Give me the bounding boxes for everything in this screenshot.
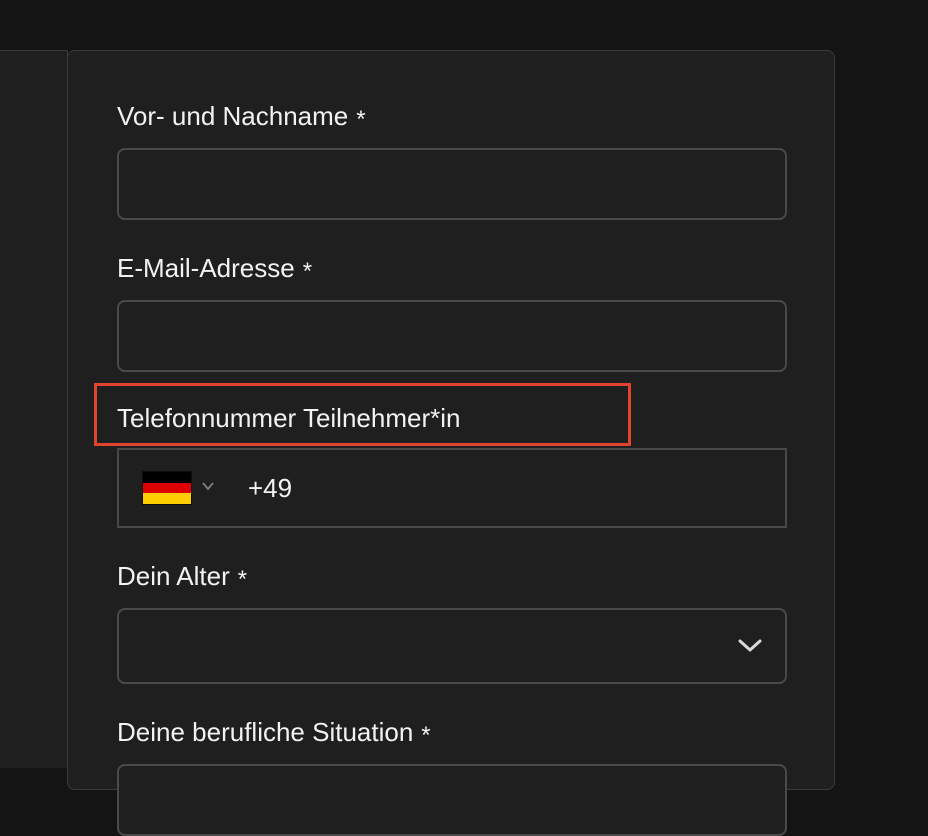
full-name-label-text: Vor- und Nachname bbox=[117, 101, 349, 131]
age-label-text: Dein Alter bbox=[117, 561, 230, 591]
registration-form: Vor- und Nachname * E-Mail-Adresse * Telef… bbox=[67, 50, 835, 836]
job-situation-label: Deine berufliche Situation * bbox=[117, 717, 431, 749]
job-situation-label-text: Deine berufliche Situation bbox=[117, 717, 414, 747]
phone-label: Telefonnummer Teilnehmer*in bbox=[117, 403, 460, 433]
full-name-label: Vor- und Nachname * bbox=[117, 101, 366, 133]
left-side-panel bbox=[0, 50, 68, 768]
phone-dial-code: +49 bbox=[248, 473, 293, 503]
required-asterisk: * bbox=[356, 106, 366, 133]
job-situation-select[interactable] bbox=[117, 764, 787, 836]
age-label: Dein Alter * bbox=[117, 561, 247, 593]
email-label: E-Mail-Adresse * bbox=[117, 253, 312, 285]
chevron-down-icon bbox=[738, 639, 762, 652]
age-select[interactable] bbox=[117, 608, 787, 684]
email-label-text: E-Mail-Adresse bbox=[117, 253, 295, 283]
required-asterisk: * bbox=[237, 566, 248, 593]
full-name-input[interactable] bbox=[117, 148, 787, 220]
germany-flag-icon[interactable] bbox=[142, 471, 192, 505]
required-asterisk: * bbox=[421, 722, 431, 749]
required-asterisk: * bbox=[302, 258, 313, 285]
phone-label-text: Telefonnummer Teilnehmer*in bbox=[117, 403, 461, 433]
chevron-down-icon[interactable] bbox=[201, 479, 215, 493]
email-input[interactable] bbox=[117, 300, 787, 372]
phone-input[interactable]: +49 bbox=[117, 448, 787, 528]
